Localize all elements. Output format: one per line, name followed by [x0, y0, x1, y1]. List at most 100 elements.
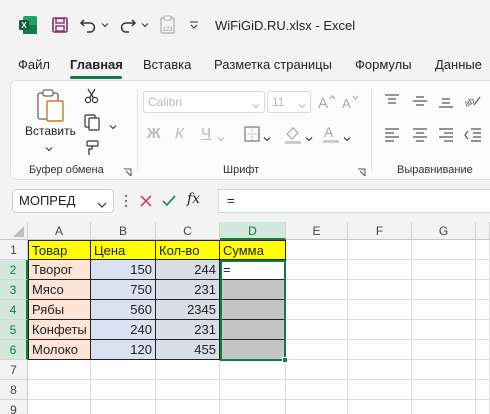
align-middle-icon[interactable] [411, 93, 429, 112]
empty-cell[interactable] [412, 260, 476, 280]
cell-a1[interactable]: Товар [28, 240, 91, 260]
borders-icon[interactable] [243, 125, 261, 146]
empty-cell[interactable] [348, 300, 412, 320]
empty-cell[interactable] [476, 280, 490, 300]
column-header-d[interactable]: D [220, 222, 286, 240]
column-header-e[interactable]: E [286, 222, 348, 240]
tab-formulas[interactable]: Формулы [355, 57, 412, 72]
empty-cell[interactable] [348, 260, 412, 280]
column-header-f[interactable]: F [348, 222, 412, 240]
paste-label[interactable]: Вставить [25, 124, 76, 138]
empty-cell[interactable] [91, 400, 156, 414]
tab-data[interactable]: Данные [435, 57, 482, 72]
customize-quick-access-icon[interactable] [188, 14, 200, 36]
fill-color-dropdown-icon[interactable] [305, 131, 313, 146]
empty-cell[interactable] [348, 240, 412, 260]
fill-handle[interactable] [282, 357, 288, 363]
cell-b5[interactable]: 240 [91, 320, 156, 340]
cell-b4[interactable]: 560 [91, 300, 156, 320]
cell-c2[interactable]: 244 [156, 260, 220, 280]
increase-font-icon[interactable]: A [317, 93, 337, 114]
column-header-b[interactable]: B [91, 222, 156, 240]
align-right-icon[interactable] [437, 127, 455, 146]
row-header-6[interactable]: 6 [0, 340, 28, 360]
font-color-icon[interactable]: A [321, 123, 341, 148]
row-header-5[interactable]: 5 [0, 320, 28, 340]
redo-dropdown-icon[interactable] [140, 14, 150, 36]
empty-cell[interactable] [286, 240, 348, 260]
cell-a6[interactable]: Молоко [28, 340, 91, 360]
tab-file[interactable]: Файл [18, 57, 50, 72]
underline-dropdown-icon[interactable] [217, 131, 225, 146]
empty-cell[interactable] [286, 400, 348, 414]
cell-b6[interactable]: 120 [91, 340, 156, 360]
bold-icon[interactable]: Ж [147, 125, 161, 142]
empty-cell[interactable] [156, 360, 220, 380]
select-all-corner[interactable] [0, 222, 28, 240]
clipboard-launcher-icon[interactable] [123, 165, 132, 180]
decrease-indent-icon[interactable] [463, 127, 483, 146]
empty-cell[interactable] [220, 400, 286, 414]
empty-cell[interactable] [348, 380, 412, 400]
cell-d2-active[interactable]: = [220, 260, 286, 280]
decrease-font-icon[interactable]: A [341, 93, 361, 114]
empty-cell[interactable] [286, 360, 348, 380]
redo-icon[interactable] [118, 14, 138, 36]
empty-cell[interactable] [286, 300, 348, 320]
empty-cell[interactable] [348, 320, 412, 340]
row-header-1[interactable]: 1 [0, 240, 28, 260]
empty-cell[interactable] [412, 380, 476, 400]
empty-cell[interactable] [412, 280, 476, 300]
empty-cell[interactable] [286, 280, 348, 300]
cell-b2[interactable]: 150 [91, 260, 156, 280]
tab-insert[interactable]: Вставка [143, 57, 191, 72]
undo-dropdown-icon[interactable] [100, 14, 110, 36]
save-icon[interactable] [50, 14, 70, 36]
name-box[interactable]: МОПРЕД [12, 189, 114, 213]
column-header-g[interactable]: G [412, 222, 476, 240]
empty-cell[interactable] [348, 280, 412, 300]
cell-c5[interactable]: 231 [156, 320, 220, 340]
cell-d4[interactable] [220, 300, 286, 320]
fill-color-icon[interactable] [283, 125, 303, 148]
cell-a3[interactable]: Мясо [28, 280, 91, 300]
empty-cell[interactable] [412, 320, 476, 340]
underline-icon[interactable]: Ч [201, 125, 211, 142]
empty-cell[interactable] [476, 320, 490, 340]
empty-cell[interactable] [156, 380, 220, 400]
align-top-icon[interactable] [383, 93, 401, 112]
row-header-2[interactable]: 2 [0, 260, 28, 280]
cell-d5[interactable] [220, 320, 286, 340]
orientation-icon[interactable]: ab [462, 91, 483, 112]
align-center-icon[interactable] [411, 127, 429, 146]
empty-cell[interactable] [412, 340, 476, 360]
copy-icon[interactable] [83, 113, 101, 134]
empty-cell[interactable] [220, 380, 286, 400]
font-color-dropdown-icon[interactable] [343, 131, 351, 146]
empty-cell[interactable] [220, 360, 286, 380]
cancel-icon[interactable] [138, 193, 154, 212]
row-header-3[interactable]: 3 [0, 280, 28, 300]
empty-cell[interactable] [91, 360, 156, 380]
cell-c4[interactable]: 2345 [156, 300, 220, 320]
empty-cell[interactable] [476, 260, 490, 280]
cell-d6[interactable] [220, 340, 286, 360]
cell-b3[interactable]: 750 [91, 280, 156, 300]
align-left-icon[interactable] [383, 127, 401, 146]
formula-input[interactable]: = [218, 189, 490, 213]
paste-dropdown-icon[interactable] [45, 141, 53, 156]
empty-cell[interactable] [412, 400, 476, 414]
row-header-4[interactable]: 4 [0, 300, 28, 320]
cell-c6[interactable]: 455 [156, 340, 220, 360]
empty-cell[interactable] [348, 340, 412, 360]
empty-cell[interactable] [412, 240, 476, 260]
empty-cell[interactable] [476, 340, 490, 360]
empty-cell[interactable] [28, 360, 91, 380]
cell-d1[interactable]: Сумма [220, 240, 286, 260]
undo-icon[interactable] [78, 14, 98, 36]
empty-cell[interactable] [286, 380, 348, 400]
empty-cell[interactable] [476, 240, 490, 260]
row-header-9[interactable]: 9 [0, 400, 28, 414]
empty-cell[interactable] [348, 400, 412, 414]
empty-cell[interactable] [412, 360, 476, 380]
